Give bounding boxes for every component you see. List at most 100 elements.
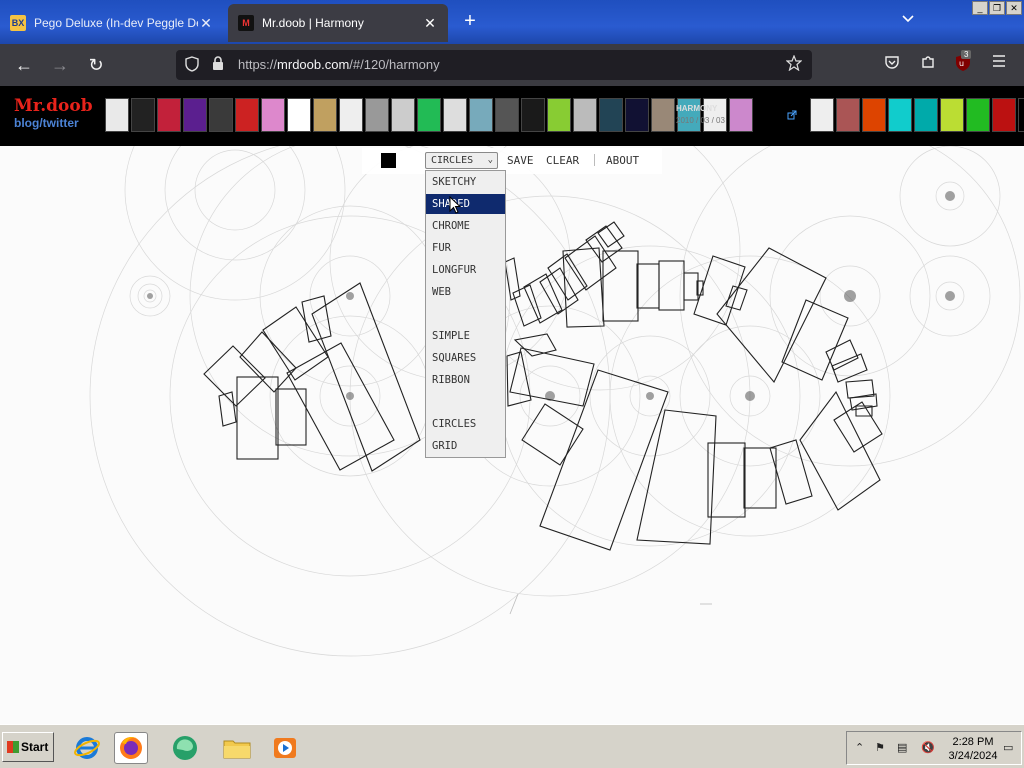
close-tab-icon[interactable]: ✕ [198,15,214,32]
foreground-color-swatch[interactable] [381,153,396,168]
experiment-thumbnail[interactable] [836,98,860,132]
brush-option-ribbon[interactable]: RIBBON [426,370,505,390]
experiment-thumbnail[interactable] [261,98,285,132]
experiment-thumbnail[interactable] [209,98,233,132]
experiment-thumbnail[interactable] [966,98,990,132]
experiment-thumbnail[interactable] [888,98,912,132]
experiment-thumbnail[interactable] [992,98,1016,132]
tab-title: Pego Deluxe (In-dev Peggle Delux [34,16,198,30]
brush-option-simple[interactable]: SIMPLE [426,326,505,346]
internet-explorer-icon[interactable] [70,732,104,764]
experiment-thumbnail[interactable] [313,98,337,132]
clear-button[interactable]: CLEAR [546,154,579,167]
restore-button[interactable]: ❐ [989,1,1005,15]
tab-title: Mr.doob | Harmony [262,16,364,30]
show-desktop-icon[interactable]: ▭ [1003,741,1013,754]
brush-option-sketchy[interactable]: SKETCHY [426,172,505,192]
lock-icon[interactable] [212,56,224,74]
media-player-icon[interactable] [268,732,302,764]
brush-option-shaded[interactable]: SHADED [426,194,505,214]
address-bar[interactable]: https://mrdoob.com/#/120/harmony [176,50,812,80]
close-tab-icon[interactable]: ✕ [422,15,438,32]
experiment-thumbnail[interactable] [625,98,649,132]
experiment-thumbnail[interactable] [131,98,155,132]
brush-option-web[interactable]: WEB [426,282,505,302]
firefox-icon[interactable] [114,732,148,764]
harmony-toolbar: CIRCLES ⌄ SAVE CLEAR ABOUT [362,148,662,174]
experiment-thumbnail[interactable] [339,98,363,132]
back-button[interactable]: ← [12,53,36,77]
brush-option-chrome[interactable]: CHROME [426,216,505,236]
experiment-thumbnails-right [810,98,1024,132]
start-button[interactable]: Start [2,732,54,762]
experiment-thumbnail[interactable] [443,98,467,132]
experiment-thumbnail[interactable] [157,98,181,132]
save-button[interactable]: SAVE [507,154,534,167]
experiment-thumbnail[interactable] [729,98,753,132]
experiment-thumbnail[interactable] [417,98,441,132]
volume-muted-icon[interactable]: 🔇 [921,741,935,754]
drawing-canvas[interactable] [0,146,1024,724]
experiment-thumbnail[interactable] [521,98,545,132]
experiment-thumbnail[interactable] [651,98,675,132]
file-explorer-icon[interactable] [220,732,254,764]
chevron-down-icon: ⌄ [487,155,493,165]
start-label: Start [21,740,49,754]
minimize-button[interactable]: _ [972,1,988,15]
network-icon[interactable]: ▤ [897,741,907,754]
experiment-thumbnail[interactable] [940,98,964,132]
browser-navbar: ← → ↻ https://mrdoob.com/#/120/harmony u [0,44,1024,86]
svg-text:u: u [959,59,964,68]
external-link-icon[interactable] [787,110,797,123]
hamburger-menu-icon[interactable] [988,54,1010,73]
brush-option-squares[interactable]: SQUARES [426,348,505,368]
pocket-icon[interactable] [881,54,903,75]
brush-option-fur[interactable]: FUR [426,238,505,258]
experiment-thumbnail[interactable] [235,98,259,132]
experiment-thumbnail[interactable] [547,98,571,132]
clock-date: 3/24/2024 [948,750,998,762]
logo-title[interactable]: Mr.doob [14,98,93,115]
close-window-button[interactable]: ✕ [1006,1,1022,15]
experiment-thumbnail[interactable] [495,98,519,132]
tab-list-chevron-down-icon[interactable] [902,12,914,26]
shield-icon[interactable] [185,56,199,75]
experiment-thumbnail[interactable] [391,98,415,132]
tab-harmony[interactable]: M Mr.doob | Harmony ✕ [228,4,448,42]
brush-option-grid[interactable]: GRID [426,436,505,456]
tab-pego-deluxe[interactable]: BX Pego Deluxe (In-dev Peggle Delux ✕ [0,4,224,42]
experiment-thumbnail[interactable] [599,98,623,132]
experiment-thumbnail[interactable] [469,98,493,132]
brush-select-value: CIRCLES [431,155,474,166]
experiment-thumbnail[interactable] [287,98,311,132]
about-button[interactable]: ABOUT [606,154,639,167]
show-hidden-icons-icon[interactable]: ⌃ [855,741,864,754]
experiment-thumbnail[interactable] [573,98,597,132]
brush-option-longfur[interactable]: LONGFUR [426,260,505,280]
experiment-thumbnail[interactable] [810,98,834,132]
reload-button[interactable]: ↻ [84,53,108,77]
browser-tab-strip: BX Pego Deluxe (In-dev Peggle Delux ✕ M … [0,0,1024,44]
mrdoob-logo[interactable]: Mr.doob blog/twitter [14,98,93,132]
flag-notification-icon[interactable]: ⚑ [875,741,885,754]
extensions-puzzle-icon[interactable] [917,54,939,75]
site-header: Mr.doob blog/twitter HARMONY 2010 / 03 /… [0,86,1024,146]
experiment-thumbnail[interactable] [862,98,886,132]
brush-select[interactable]: CIRCLES ⌄ [425,152,498,169]
experiment-thumbnail[interactable] [183,98,207,132]
system-clock[interactable]: 2:28 PM 3/24/2024 [947,735,999,763]
windows-flag-icon [7,741,19,753]
background-color-swatch[interactable] [401,153,416,168]
brush-option-circles[interactable]: CIRCLES [426,414,505,434]
experiment-thumbnail[interactable] [105,98,129,132]
canvas-drawing [89,146,1021,657]
edge-icon[interactable] [168,732,202,764]
forward-button[interactable]: → [48,53,72,77]
experiment-thumbnail[interactable] [1018,98,1024,132]
new-tab-button[interactable]: + [458,10,482,33]
experiment-thumbnail[interactable] [914,98,938,132]
experiment-thumbnail[interactable] [365,98,389,132]
window-controls: _ ❐ ✕ [972,1,1022,15]
bookmark-star-icon[interactable] [785,54,803,74]
logo-subtitle-link[interactable]: blog/twitter [14,115,93,132]
